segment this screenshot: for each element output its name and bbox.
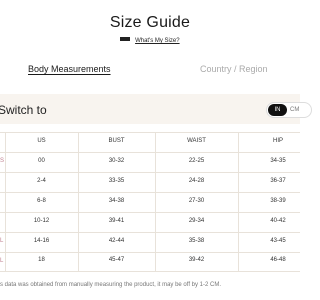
tab-country-region[interactable]: Country / Region [200, 64, 268, 74]
table-cell: 14-16 [33, 238, 50, 244]
table-cell: 45-47 [108, 257, 125, 263]
table-divider [0, 271, 300, 272]
row-size-label: S [0, 158, 5, 164]
table-cell: 00 [38, 158, 45, 164]
table-cell: 34-35 [270, 158, 286, 164]
col-header-bust: BUST [108, 138, 125, 144]
table-cell: 38-39 [270, 198, 286, 204]
table-cell: 39-41 [108, 218, 125, 224]
table-cell: 36-37 [270, 178, 286, 184]
table-cell: 10-12 [33, 218, 50, 224]
col-header-hip: HIP [272, 138, 283, 144]
tab-body-measurements[interactable]: Body Measurements [28, 64, 111, 74]
whats-my-size-link[interactable]: What's My Size? [0, 37, 300, 44]
table-cell: 35-38 [188, 238, 205, 244]
table-divider [0, 232, 300, 233]
table-cell: 2-4 [37, 178, 46, 184]
page-title: Size Guide [109, 14, 191, 31]
table-cell: 34-38 [108, 198, 125, 204]
table-cell: 30-32 [108, 158, 125, 164]
table-divider [0, 192, 300, 193]
unit-in-option[interactable]: IN [268, 104, 287, 116]
measurement-footnote: s data was obtained from manually measur… [0, 282, 221, 288]
unit-cm-option[interactable]: CM [290, 104, 299, 116]
whats-my-size-label[interactable]: What's My Size? [135, 38, 180, 44]
table-cell: 46-48 [270, 257, 286, 263]
table-cell: 6-8 [37, 198, 46, 204]
table-cell: 22-25 [188, 158, 205, 164]
table-divider [0, 132, 300, 133]
table-cell: 24-28 [188, 178, 205, 184]
unit-toggle[interactable]: IN CM [266, 102, 312, 118]
row-size-label: L [0, 258, 4, 264]
table-divider [0, 212, 300, 213]
table-cell: 29-34 [188, 218, 205, 224]
table-divider [0, 152, 300, 153]
switch-label: Switch to [0, 103, 47, 117]
col-header-waist: WAIST [187, 138, 206, 144]
table-divider [0, 172, 300, 173]
table-cell: 39-42 [188, 257, 205, 263]
table-cell: 40-42 [270, 218, 286, 224]
col-header-us: US [37, 138, 46, 144]
table-cell: 27-30 [188, 198, 205, 204]
table-divider [0, 252, 300, 253]
table-cell: 43-45 [270, 238, 286, 244]
size-table: US BUST WAIST HIP S L L 00 30-32 22-25 3… [0, 132, 300, 272]
row-size-label: L [0, 238, 4, 244]
table-cell: 42-44 [108, 238, 125, 244]
table-cell: 33-35 [108, 178, 125, 184]
ruler-icon [120, 37, 131, 42]
table-cell: 18 [38, 257, 45, 263]
